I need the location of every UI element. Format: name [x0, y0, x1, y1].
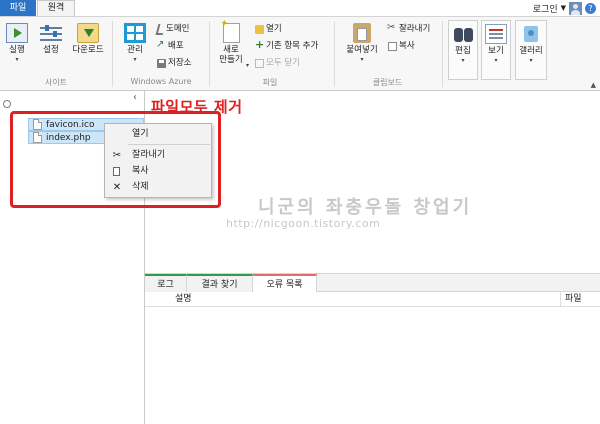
close-all-icon — [255, 59, 264, 68]
file-group-label: 파일 — [262, 78, 278, 87]
chevron-down-icon[interactable]: ▼ — [561, 4, 566, 12]
run-label: 실행 — [9, 45, 25, 55]
watermark-title: 니군의 좌충우돌 창업기 — [258, 197, 473, 218]
chevron-down-icon: ▾ — [494, 57, 498, 64]
settings-label: 설정 — [43, 45, 59, 55]
login-button[interactable]: 로그인 — [533, 2, 558, 15]
tab-find-results[interactable]: 결과 찾기 — [187, 274, 253, 292]
gallery-button[interactable]: 갤러리 ▾ — [515, 20, 547, 80]
chevron-down-icon: ▾ — [461, 57, 465, 64]
tab-file[interactable]: 파일 — [0, 0, 36, 16]
new-label-line1: 새로 — [223, 45, 239, 55]
download-label: 다운로드 — [72, 45, 104, 55]
add-existing-button[interactable]: 기존 항목 추가 — [255, 39, 319, 52]
domain-label: 도메인 — [166, 24, 190, 34]
view-label: 보기 — [488, 46, 504, 56]
tab-remote[interactable]: 원격 — [37, 0, 75, 16]
link-icon — [155, 24, 166, 35]
help-icon[interactable]: ? — [585, 2, 596, 14]
site-node-icon — [3, 100, 11, 108]
paste-label: 붙여넣기 — [346, 45, 378, 55]
output-panel: 로그 결과 찾기 오류 목록 설명 파일 — [145, 273, 600, 424]
error-list-header: 설명 파일 — [145, 292, 600, 307]
add-existing-label: 기존 항목 추가 — [266, 41, 319, 51]
column-file[interactable]: 파일 — [560, 292, 582, 306]
watermark-url: http://nicgoon.tistory.com — [226, 217, 381, 230]
ribbon-separator — [442, 21, 443, 87]
download-button[interactable]: 다운로드 — [68, 23, 108, 55]
tree-root[interactable] — [3, 100, 11, 108]
settings-sliders-icon — [40, 23, 62, 43]
account-area: 로그인 ▼ ? — [533, 1, 596, 15]
binoculars-icon — [452, 24, 474, 44]
domain-button[interactable]: 도메인 — [155, 24, 190, 35]
folder-icon — [255, 25, 264, 34]
storage-icon — [157, 59, 166, 68]
tab-strip-filler — [317, 274, 600, 292]
publish-arrow-icon — [156, 39, 166, 51]
top-tab-bar: 파일 원격 로그인 ▼ ? — [0, 0, 600, 16]
chevron-left-icon[interactable]: ‹ — [133, 92, 137, 103]
edit-label: 편집 — [455, 46, 471, 56]
view-list-icon — [485, 24, 507, 44]
publish-label: 배포 — [168, 41, 184, 51]
ribbon-collapse-icon[interactable]: ▲ — [591, 81, 596, 89]
download-icon — [77, 23, 99, 43]
manage-button[interactable]: 관리 ▾ — [120, 23, 150, 65]
gallery-label: 갤러리 — [519, 46, 543, 56]
scissors-icon — [387, 22, 397, 34]
publish-button[interactable]: 배포 — [156, 39, 184, 52]
run-button[interactable]: 실행 ▾ — [3, 23, 31, 65]
storage-button[interactable]: 저장소 — [157, 58, 191, 69]
ribbon: 실행 ▾ 설정 다운로드 사이트 관리 ▾ 도메인 배포 저장소 Windows… — [0, 16, 600, 91]
chevron-down-icon: ▾ — [133, 56, 137, 63]
new-label-line2: 만들기 — [219, 55, 243, 65]
storage-label: 저장소 — [168, 58, 192, 68]
copy-label: 복사 — [399, 41, 415, 51]
windows-icon — [124, 23, 146, 43]
annotation-highlight-box — [10, 111, 221, 208]
new-button[interactable]: 새로 만들기 — [215, 19, 247, 65]
clipboard-icon — [353, 23, 371, 43]
close-all-button[interactable]: 모두 닫기 — [255, 58, 300, 69]
paste-button[interactable]: 붙여넣기 ▾ — [343, 23, 381, 65]
azure-group-label: Windows Azure — [130, 77, 192, 86]
clipboard-group-label: 클립보드 — [372, 78, 403, 87]
chevron-down-icon: ▾ — [360, 56, 364, 63]
chevron-down-icon[interactable]: ▾ — [246, 62, 249, 69]
view-button[interactable]: 보기 ▾ — [481, 20, 511, 80]
tab-log[interactable]: 로그 — [145, 274, 187, 292]
tab-error-list[interactable]: 오류 목록 — [253, 274, 317, 292]
puzzle-icon — [520, 24, 542, 44]
edit-button[interactable]: 편집 ▾ — [448, 20, 478, 80]
chevron-down-icon: ▾ — [529, 57, 533, 64]
open-button[interactable]: 열기 — [255, 24, 282, 35]
chevron-down-icon: ▾ — [15, 56, 19, 63]
cut-button[interactable]: 잘라내기 — [387, 22, 431, 35]
open-label: 열기 — [266, 24, 282, 34]
new-file-icon — [221, 19, 240, 43]
copy-button[interactable]: 복사 — [388, 41, 415, 52]
column-description[interactable]: 설명 — [175, 292, 192, 306]
cut-label: 잘라내기 — [399, 24, 431, 34]
add-icon — [255, 39, 264, 51]
avatar[interactable] — [569, 1, 582, 15]
manage-label: 관리 — [127, 45, 143, 55]
annotation-text: 파일모두 제거 — [151, 98, 243, 116]
copy-icon — [388, 42, 397, 51]
settings-button[interactable]: 설정 — [37, 23, 65, 55]
site-group-label: 사이트 — [44, 78, 68, 87]
run-icon — [6, 23, 28, 43]
close-all-label: 모두 닫기 — [266, 58, 300, 68]
